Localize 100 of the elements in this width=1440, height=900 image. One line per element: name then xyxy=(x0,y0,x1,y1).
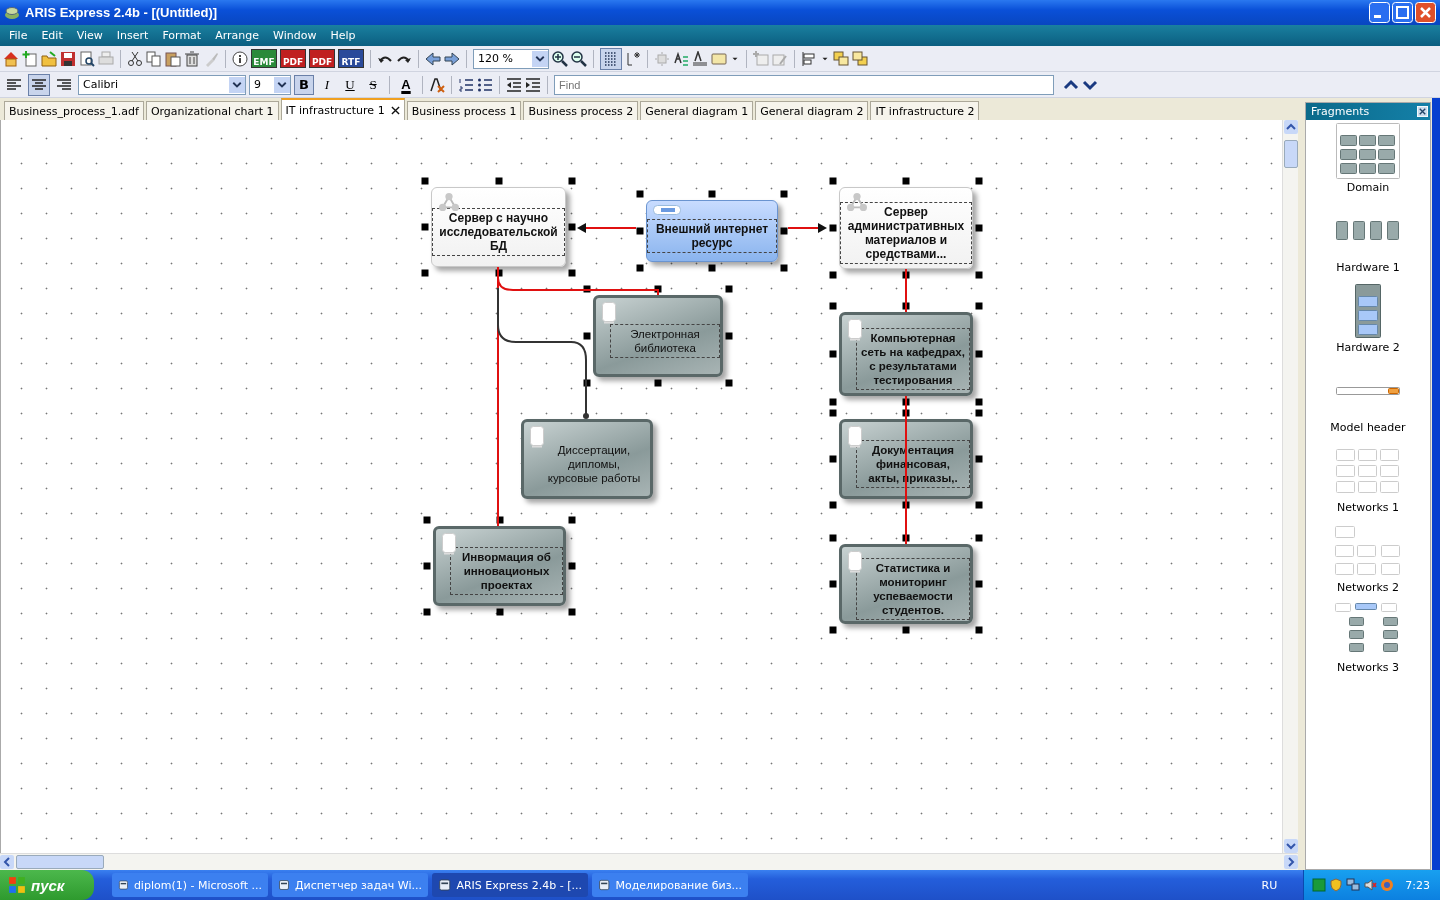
hardware-fragment-drawing[interactable] xyxy=(1336,220,1400,241)
selection-handle[interactable] xyxy=(495,177,502,185)
selection-handle[interactable] xyxy=(423,562,431,570)
selection-handle[interactable] xyxy=(975,455,983,463)
horizontal-scrollbar[interactable] xyxy=(0,853,1298,870)
selection-handle[interactable] xyxy=(708,264,716,272)
selection-handle[interactable] xyxy=(829,580,837,588)
language-indicator[interactable]: RU xyxy=(1261,878,1278,892)
taskbar-button[interactable]: ARIS Express 2.4b - [... xyxy=(432,873,588,897)
selection-handle[interactable] xyxy=(829,224,837,232)
menu-item[interactable]: Format xyxy=(155,29,209,42)
selection-handle[interactable] xyxy=(975,350,983,358)
close-icon[interactable] xyxy=(390,105,400,115)
selection-handle[interactable] xyxy=(975,580,983,588)
selection-handle[interactable] xyxy=(568,608,576,616)
scrollbar-thumb[interactable] xyxy=(16,855,104,869)
selection-handle[interactable] xyxy=(829,626,837,634)
connector-line[interactable] xyxy=(497,287,589,419)
hardware-tower-drawing[interactable] xyxy=(1355,283,1381,338)
fragment-label[interactable]: Model header xyxy=(1330,421,1406,434)
text-align-icon[interactable] xyxy=(692,50,708,67)
domain-fragment-drawing[interactable] xyxy=(1336,122,1400,179)
clear-format-icon[interactable] xyxy=(429,76,445,93)
selection-handle[interactable] xyxy=(829,501,837,509)
selection-handle[interactable] xyxy=(654,285,662,293)
font-size-dropdown[interactable]: 9 xyxy=(249,74,291,95)
selection-handle[interactable] xyxy=(708,190,716,198)
selection-handle[interactable] xyxy=(725,332,733,340)
bulleted-list-icon[interactable] xyxy=(477,76,493,93)
export-button[interactable]: RTF xyxy=(338,49,364,68)
text-style-button[interactable]: S xyxy=(363,74,383,95)
export-button[interactable]: PDF xyxy=(309,49,335,68)
selection-handle[interactable] xyxy=(725,285,733,293)
scrollbar-thumb[interactable] xyxy=(1283,140,1298,168)
storage-node[interactable]: Электронная библиотека xyxy=(593,295,723,377)
selection-handle[interactable] xyxy=(421,223,429,231)
taskbar-button[interactable]: Диспетчер задач Wi... xyxy=(272,873,428,897)
bring-to-front-icon[interactable] xyxy=(833,50,849,67)
text-style-button[interactable]: U xyxy=(340,74,360,95)
menu-item[interactable]: File xyxy=(2,29,35,42)
fragment-label[interactable]: Domain xyxy=(1346,181,1390,194)
internet-node[interactable]: Внешний интернет ресурс xyxy=(646,200,778,262)
selection-handle[interactable] xyxy=(636,227,644,235)
document-tab[interactable]: IT infrastructure 2 xyxy=(870,101,980,120)
selection-handle[interactable] xyxy=(725,379,733,387)
print-preview-icon[interactable] xyxy=(79,50,95,67)
selection-handle[interactable] xyxy=(421,269,429,277)
export-button[interactable]: EMF xyxy=(251,49,277,68)
menu-item[interactable]: View xyxy=(69,29,110,42)
menu-item[interactable]: Help xyxy=(323,29,363,42)
fragment-label[interactable]: Hardware 2 xyxy=(1336,341,1400,354)
document-tab[interactable]: General diagram 2 xyxy=(755,101,869,120)
connector-line[interactable] xyxy=(788,223,827,233)
text-format-icon[interactable] xyxy=(673,50,689,67)
selection-handle[interactable] xyxy=(496,608,503,616)
menu-item[interactable]: Window xyxy=(266,29,324,42)
document-tab[interactable]: Business process 2 xyxy=(523,101,639,120)
home-icon[interactable] xyxy=(3,50,19,67)
selection-handle[interactable] xyxy=(421,177,429,185)
selection-handle[interactable] xyxy=(975,626,983,634)
connector-line[interactable] xyxy=(577,223,636,233)
vertical-scrollbar[interactable] xyxy=(1282,120,1298,853)
font-dropdown[interactable]: Calibri xyxy=(78,74,246,95)
text-style-button[interactable]: I xyxy=(317,74,337,95)
text-style-button[interactable]: B xyxy=(294,74,314,95)
taskbar-button[interactable]: Моделирование биз... xyxy=(592,873,748,897)
selection-handle[interactable] xyxy=(829,350,837,358)
new-file-icon[interactable] xyxy=(22,50,38,67)
selection-handle[interactable] xyxy=(975,534,983,542)
selection-handle[interactable] xyxy=(829,177,837,185)
fragment-label[interactable]: Networks 2 xyxy=(1336,581,1400,594)
server-node[interactable]: Сервер с научно исследовательской БД xyxy=(431,187,566,267)
document-tab[interactable]: Business_process_1.adf xyxy=(4,101,144,120)
storage-node[interactable]: Диссертации, дипломы, курсовые работы xyxy=(521,419,653,499)
storage-node[interactable]: Компьютерная сеть на кафедрах, с результатами тестирования xyxy=(839,312,973,396)
menu-item[interactable]: Insert xyxy=(109,29,156,42)
scroll-left-icon[interactable] xyxy=(0,855,14,869)
document-tab[interactable]: Business process 1 xyxy=(406,101,522,120)
selection-handle[interactable] xyxy=(829,271,837,279)
zoom-in-icon[interactable] xyxy=(552,50,568,67)
outdent-icon[interactable] xyxy=(506,76,522,93)
shield-icon[interactable] xyxy=(1329,878,1344,892)
save-icon[interactable] xyxy=(60,50,76,67)
font-color-button[interactable]: A xyxy=(396,74,416,95)
selection-handle[interactable] xyxy=(423,608,431,616)
selection-handle[interactable] xyxy=(583,332,591,340)
align-icon[interactable] xyxy=(801,50,817,67)
selection-handle[interactable] xyxy=(975,271,983,279)
selection-handle[interactable] xyxy=(975,224,983,232)
minimize-icon[interactable] xyxy=(1369,2,1390,23)
left-arrow-icon[interactable] xyxy=(425,50,441,67)
scissors-icon[interactable] xyxy=(127,50,143,67)
selection-handle[interactable] xyxy=(975,501,983,509)
fragment-label[interactable]: Hardware 1 xyxy=(1336,261,1400,274)
document-tab[interactable]: General diagram 1 xyxy=(640,101,754,120)
selection-handle[interactable] xyxy=(829,534,837,542)
zoom-out-icon[interactable] xyxy=(571,50,587,67)
send-to-back-icon[interactable] xyxy=(852,50,868,67)
taskbar-button[interactable]: diplom(1) - Microsoft ... xyxy=(112,873,268,897)
selection-handle[interactable] xyxy=(568,177,576,185)
